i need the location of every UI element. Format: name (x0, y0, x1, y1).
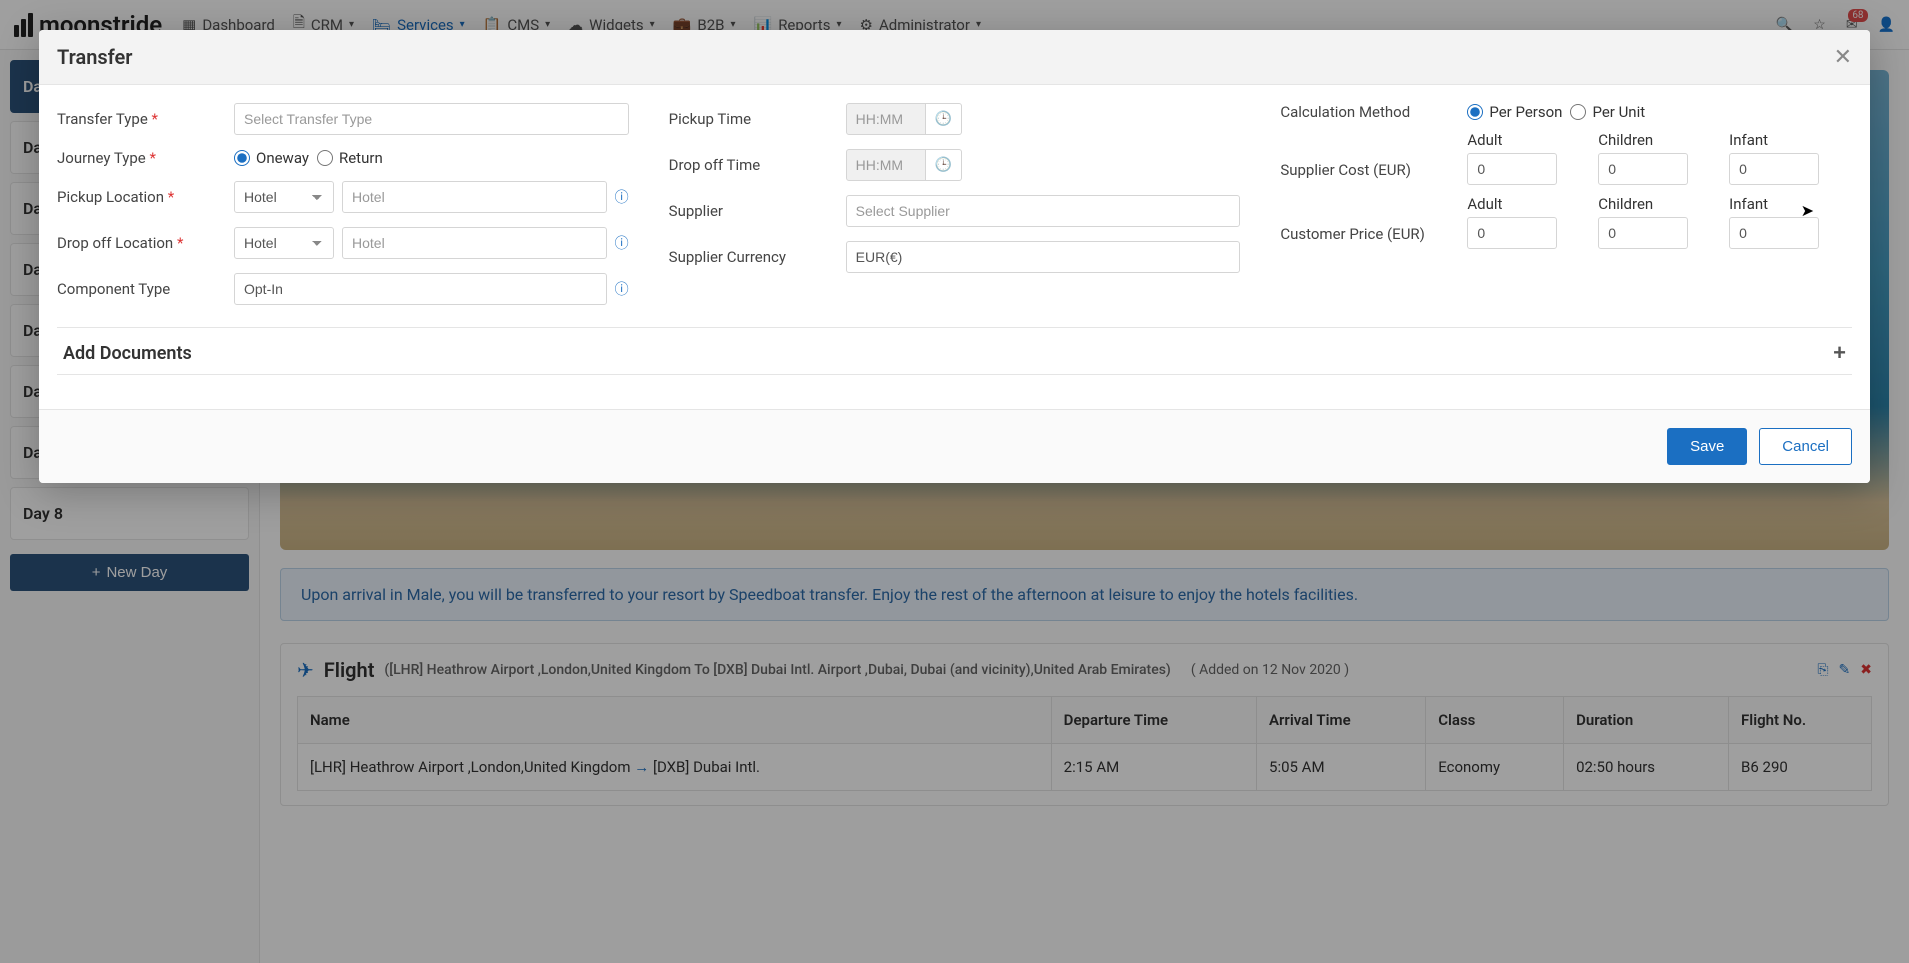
pickup-time-input[interactable] (846, 103, 926, 135)
clock-icon[interactable]: 🕒 (926, 149, 962, 181)
label-component-type: Component Type (57, 280, 222, 298)
close-icon[interactable]: ✕ (1834, 44, 1852, 70)
label-pickup-time: Pickup Time (669, 110, 834, 128)
label-calc-method: Calculation Method (1280, 103, 1455, 121)
label-dropoff-location: Drop off Location * (57, 234, 222, 252)
label-supplier: Supplier (669, 202, 834, 220)
head-children: Children (1598, 131, 1721, 149)
customer-price-adult[interactable] (1467, 217, 1557, 249)
head-infant: Infant (1729, 131, 1852, 149)
radio-per-person[interactable]: Per Person (1467, 103, 1562, 121)
pickup-hotel-input[interactable] (342, 181, 607, 213)
radio-return[interactable]: Return (317, 149, 383, 167)
add-documents-section: Add Documents + (57, 327, 1852, 375)
label-supplier-currency: Supplier Currency (669, 248, 834, 266)
component-type-input[interactable] (234, 273, 607, 305)
head-adult: Adult (1467, 195, 1590, 213)
transfer-type-select[interactable] (234, 103, 629, 135)
pickup-type-select[interactable]: Hotel (234, 181, 334, 213)
label-pickup-location: Pickup Location * (57, 188, 222, 206)
info-icon[interactable]: ⓘ (615, 187, 629, 207)
supplier-currency-input[interactable] (846, 241, 1241, 273)
label-customer-price: Customer Price (EUR) (1280, 199, 1455, 243)
label-dropoff-time: Drop off Time (669, 156, 834, 174)
label-transfer-type: Transfer Type * (57, 110, 222, 128)
cancel-button[interactable]: Cancel (1759, 428, 1852, 465)
add-documents-title: Add Documents (63, 343, 192, 364)
supplier-input[interactable] (846, 195, 1241, 227)
head-children: Children (1598, 195, 1721, 213)
modal-title: Transfer (57, 45, 133, 69)
info-icon[interactable]: ⓘ (615, 279, 629, 299)
label-supplier-cost: Supplier Cost (EUR) (1280, 135, 1455, 179)
radio-oneway[interactable]: Oneway (234, 149, 309, 167)
customer-price-children[interactable] (1598, 217, 1688, 249)
supplier-cost-infant[interactable] (1729, 153, 1819, 185)
head-adult: Adult (1467, 131, 1590, 149)
dropoff-hotel-input[interactable] (342, 227, 607, 259)
supplier-cost-children[interactable] (1598, 153, 1688, 185)
transfer-modal: Transfer ✕ Transfer Type * Journey Type … (39, 30, 1870, 483)
radio-per-unit[interactable]: Per Unit (1570, 103, 1645, 121)
add-document-button[interactable]: + (1833, 340, 1846, 366)
clock-icon[interactable]: 🕒 (926, 103, 962, 135)
label-journey-type: Journey Type * (57, 149, 222, 167)
info-icon[interactable]: ⓘ (615, 233, 629, 253)
customer-price-infant[interactable] (1729, 217, 1819, 249)
supplier-cost-adult[interactable] (1467, 153, 1557, 185)
head-infant: Infant (1729, 195, 1852, 213)
dropoff-type-select[interactable]: Hotel (234, 227, 334, 259)
save-button[interactable]: Save (1667, 428, 1747, 465)
dropoff-time-input[interactable] (846, 149, 926, 181)
